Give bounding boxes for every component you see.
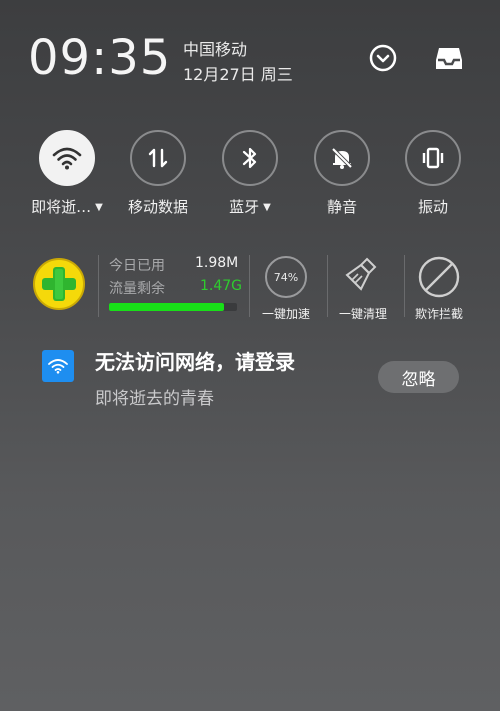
quick-toggles: 即将逝… ▼ 移动数据 蓝牙 ▼ 静音 振动 (0, 130, 500, 220)
toggle-silent-label: 静音 (326, 198, 357, 216)
used-today-value: 1.98M (195, 255, 239, 271)
speedup-button[interactable]: 74% 一键加速 (251, 255, 321, 322)
usage-progress-bar (109, 303, 237, 311)
wifi-login-icon (42, 350, 74, 382)
bluetooth-icon[interactable] (222, 130, 278, 186)
broom-icon (341, 255, 385, 299)
carrier-name: 中国移动 (183, 40, 248, 59)
status-header: 09:35 中国移动 12月27日 周三 (0, 0, 500, 118)
toggle-mobile-data[interactable]: 移动数据 (108, 130, 208, 217)
block-icon (417, 255, 461, 299)
mobile-data-icon[interactable] (130, 130, 186, 186)
toggle-vibrate[interactable]: 振动 (383, 130, 483, 217)
inbox-tray-icon[interactable] (433, 42, 465, 74)
silent-bell-icon[interactable] (314, 130, 370, 186)
chevron-down-circle-icon[interactable] (367, 42, 399, 74)
360-security-logo[interactable] (32, 257, 86, 311)
toggle-mobile-data-label: 移动数据 (127, 198, 188, 216)
toggle-bluetooth[interactable]: 蓝牙 ▼ (200, 130, 300, 217)
speedup-label: 一键加速 (261, 307, 310, 321)
toggle-vibrate-label: 振动 (417, 198, 448, 216)
remaining-label: 流量剩余 (109, 281, 165, 297)
wifi-icon[interactable] (39, 130, 95, 186)
security-widget: 今日已用 1.98M 流量剩余 1.47G 74% 一键加速 一键清理 欺诈拦截 (0, 245, 500, 325)
toggle-wifi-label: 即将逝… ▼ (31, 198, 103, 216)
fraud-block-button[interactable]: 欺诈拦截 (404, 255, 474, 322)
usage-progress-fill (109, 303, 225, 311)
clean-button[interactable]: 一键清理 (328, 255, 398, 322)
remaining-value: 1.47G (200, 278, 243, 294)
wifi-login-notification[interactable]: 无法访问网络，请登录 即将逝去的青春 忽略 (0, 340, 500, 420)
ignore-button[interactable]: 忽略 (378, 361, 459, 393)
clock-time: 09:35 (28, 30, 172, 86)
clean-label: 一键清理 (338, 307, 387, 321)
notification-subtitle: 即将逝去的青春 (95, 389, 214, 409)
toggle-bluetooth-label: 蓝牙 ▼ (229, 198, 271, 216)
date-text: 12月27日 周三 (183, 65, 293, 84)
speedup-ring-icon: 74% (265, 256, 307, 298)
toggle-silent[interactable]: 静音 (292, 130, 392, 217)
fraud-block-label: 欺诈拦截 (414, 307, 463, 321)
vibrate-icon[interactable] (405, 130, 461, 186)
toggle-wifi[interactable]: 即将逝… ▼ (17, 130, 117, 217)
used-today-label: 今日已用 (109, 258, 165, 274)
notification-title: 无法访问网络，请登录 (95, 350, 295, 374)
